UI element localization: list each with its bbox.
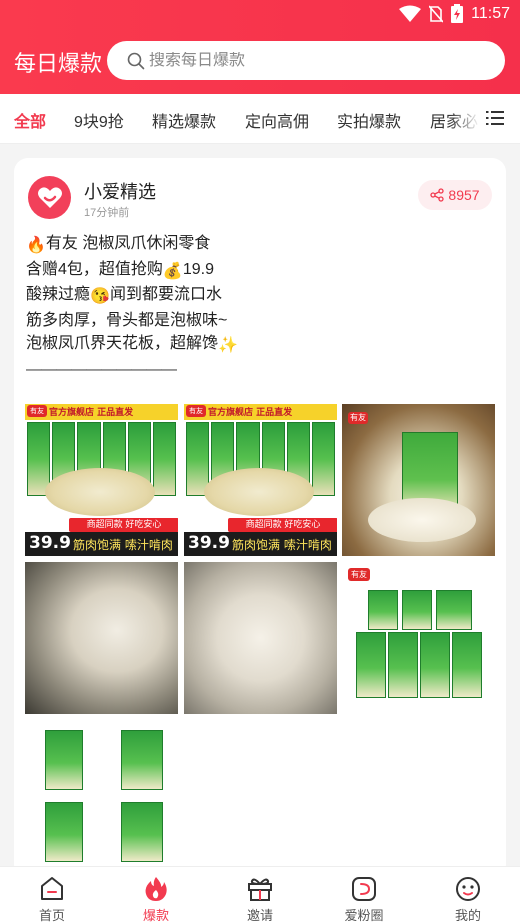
money-bag-emoji-icon: 💰	[162, 262, 183, 280]
tab-all[interactable]: 全部	[14, 108, 46, 132]
post-line: 泡椒凤爪界天花板，超解馋✨	[26, 332, 496, 358]
nav-fan-circle[interactable]: 爱粉圈	[312, 867, 416, 924]
post-line: 筋多肉厚，骨头都是泡椒味~	[26, 311, 228, 329]
status-bar: 11:57	[0, 0, 520, 28]
circle-d-icon	[352, 877, 376, 901]
status-time: 11:57	[471, 4, 510, 22]
tab-high-commission[interactable]: 定向高佣	[245, 108, 309, 132]
share-button[interactable]: 8957	[418, 180, 492, 210]
brand-logo: 有友	[27, 405, 47, 417]
post-time: 17分钟前	[84, 207, 130, 219]
nav-label: 爱粉圈	[344, 908, 384, 923]
battery-charging-icon	[451, 4, 464, 23]
nav-label: 首页	[38, 908, 65, 923]
slogan: 筋肉饱满 嗦汁啃肉	[73, 538, 173, 552]
product-image[interactable]	[184, 562, 337, 714]
gift-icon	[248, 878, 272, 901]
nav-invite[interactable]: 邀请	[208, 867, 312, 924]
post-card: 小爱精选 17分钟前 8957 🔥有友 泡椒凤爪休闲零食 含赠4包，超值抢购💰1…	[14, 158, 506, 878]
tab-featured[interactable]: 精选爆款	[152, 108, 216, 132]
price: 39.9	[29, 533, 71, 553]
flame-icon	[145, 877, 167, 901]
avatar[interactable]	[28, 176, 71, 219]
brand-logo: 有友	[348, 412, 368, 424]
wifi-icon	[399, 5, 422, 22]
product-image[interactable]: 有友	[342, 562, 495, 714]
search-icon	[127, 52, 145, 69]
kiss-emoji-icon: 😘	[90, 288, 110, 305]
nav-label: 我的	[454, 908, 481, 923]
tab-9-9[interactable]: 9块9抢	[74, 108, 124, 132]
nav-label: 邀请	[246, 908, 273, 923]
bottom-nav: 首页 爆款 邀请 爱粉圈 我的	[0, 866, 520, 924]
nav-me[interactable]: 我的	[416, 867, 520, 924]
heart-logo-icon	[37, 186, 62, 208]
search-bar[interactable]	[107, 41, 505, 80]
share-count: 8957	[448, 187, 480, 203]
tagline: 商超同款 好吃安心	[69, 518, 178, 532]
product-image[interactable]	[25, 562, 178, 714]
author-name[interactable]: 小爱精选	[84, 178, 156, 204]
search-input[interactable]	[149, 51, 479, 70]
brand-logo: 有友	[348, 568, 370, 581]
tab-real-shot[interactable]: 实拍爆款	[337, 108, 401, 132]
menu-list-icon[interactable]	[486, 110, 504, 126]
share-icon	[430, 188, 445, 202]
app-header: 11:57 每日爆款	[0, 0, 520, 94]
fire-emoji-icon: 🔥	[26, 237, 46, 254]
product-image[interactable]	[25, 720, 178, 870]
tabs-fade	[450, 94, 480, 142]
post-line: ——————————	[26, 360, 177, 378]
post-line: 🔥有友 泡椒凤爪休闲零食	[26, 232, 496, 258]
nav-label: 爆款	[142, 908, 169, 923]
nav-home[interactable]: 首页	[0, 867, 104, 924]
category-tabs: 全部 9块9抢 精选爆款 定向高佣 实拍爆款 居家必	[0, 94, 520, 144]
product-image[interactable]: 有友 官方旗舰店 正品直发 商超同款 好吃安心 39.9 筋肉饱满 嗦汁啃肉	[25, 404, 178, 556]
nav-hot[interactable]: 爆款	[104, 867, 208, 924]
post-line: 酸辣过瘾😘闻到都要流口水	[26, 283, 496, 309]
brand-logo: 有友	[186, 405, 206, 417]
post-line: 含赠4包，超值抢购💰19.9	[26, 258, 496, 284]
slogan: 筋肉饱满 嗦汁啃肉	[232, 538, 332, 552]
page-title: 每日爆款	[14, 51, 103, 76]
face-icon	[456, 877, 480, 901]
product-image[interactable]: 有友 官方旗舰店 正品直发 商超同款 好吃安心 39.9 筋肉饱满 嗦汁啃肉	[184, 404, 337, 556]
price: 39.9	[188, 533, 230, 553]
post-text: 🔥有友 泡椒凤爪休闲零食 含赠4包，超值抢购💰19.9 酸辣过瘾😘闻到都要流口水…	[26, 232, 496, 381]
home-icon	[41, 877, 63, 900]
tagline: 商超同款 好吃安心	[228, 518, 337, 532]
product-image[interactable]: 有友	[342, 404, 495, 556]
sparkle-emoji-icon: ✨	[218, 337, 238, 354]
no-sim-icon	[429, 4, 444, 23]
